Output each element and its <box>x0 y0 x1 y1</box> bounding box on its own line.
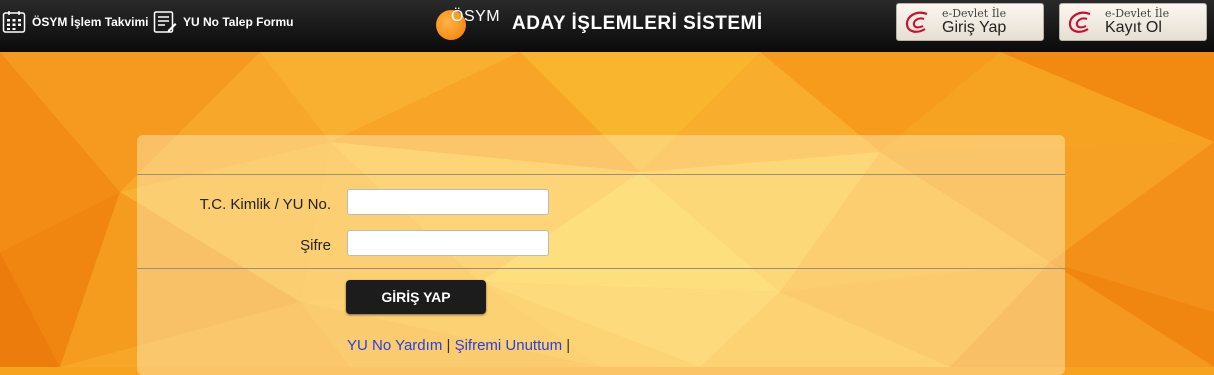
nav-form-label: YU No Talep Formu <box>183 15 294 29</box>
edevlet-logo-icon <box>905 11 928 33</box>
login-button[interactable]: GİRİŞ YAP <box>346 280 486 314</box>
yu-no-help-link[interactable]: YU No Yardım <box>347 337 442 354</box>
id-input[interactable] <box>347 189 549 215</box>
link-separator: | <box>446 337 451 354</box>
edevlet-logo-icon <box>1068 11 1091 33</box>
brand: ÖSYM ADAY İŞLEMLERİ SİSTEMİ <box>434 4 763 44</box>
page-title: ADAY İŞLEMLERİ SİSTEMİ <box>512 13 763 34</box>
help-links: YU No Yardım | Şifremi Unuttum | <box>347 337 570 354</box>
calendar-icon <box>2 11 26 33</box>
link-separator: | <box>566 337 571 354</box>
osym-logo: ÖSYM <box>434 4 504 44</box>
login-panel <box>137 135 1065 375</box>
osym-logo-text: ÖSYM <box>451 8 501 25</box>
divider-top <box>137 174 1065 175</box>
list-form-icon <box>153 11 177 33</box>
edevlet-register-button[interactable]: e-Devlet İle Kayıt Ol <box>1059 3 1207 41</box>
edevlet-login-button[interactable]: e-Devlet İle Giriş Yap <box>896 3 1044 41</box>
forgot-password-link[interactable]: Şifremi Unuttum <box>455 337 563 354</box>
nav-calendar-label: ÖSYM İşlem Takvimi <box>32 15 149 29</box>
nav-calendar-link[interactable]: ÖSYM İşlem Takvimi <box>2 8 149 36</box>
edevlet-login-big: Giriş Yap <box>942 19 1007 36</box>
top-bar: ÖSYM İşlem Takvimi YU No Talep Formu ÖSY… <box>0 0 1214 52</box>
id-label: T.C. Kimlik / YU No. <box>199 196 331 213</box>
password-input[interactable] <box>347 230 549 256</box>
edevlet-register-big: Kayıt Ol <box>1105 19 1162 36</box>
password-label: Şifre <box>300 237 331 254</box>
divider-bottom <box>137 268 1065 269</box>
nav-form-link[interactable]: YU No Talep Formu <box>153 8 293 36</box>
